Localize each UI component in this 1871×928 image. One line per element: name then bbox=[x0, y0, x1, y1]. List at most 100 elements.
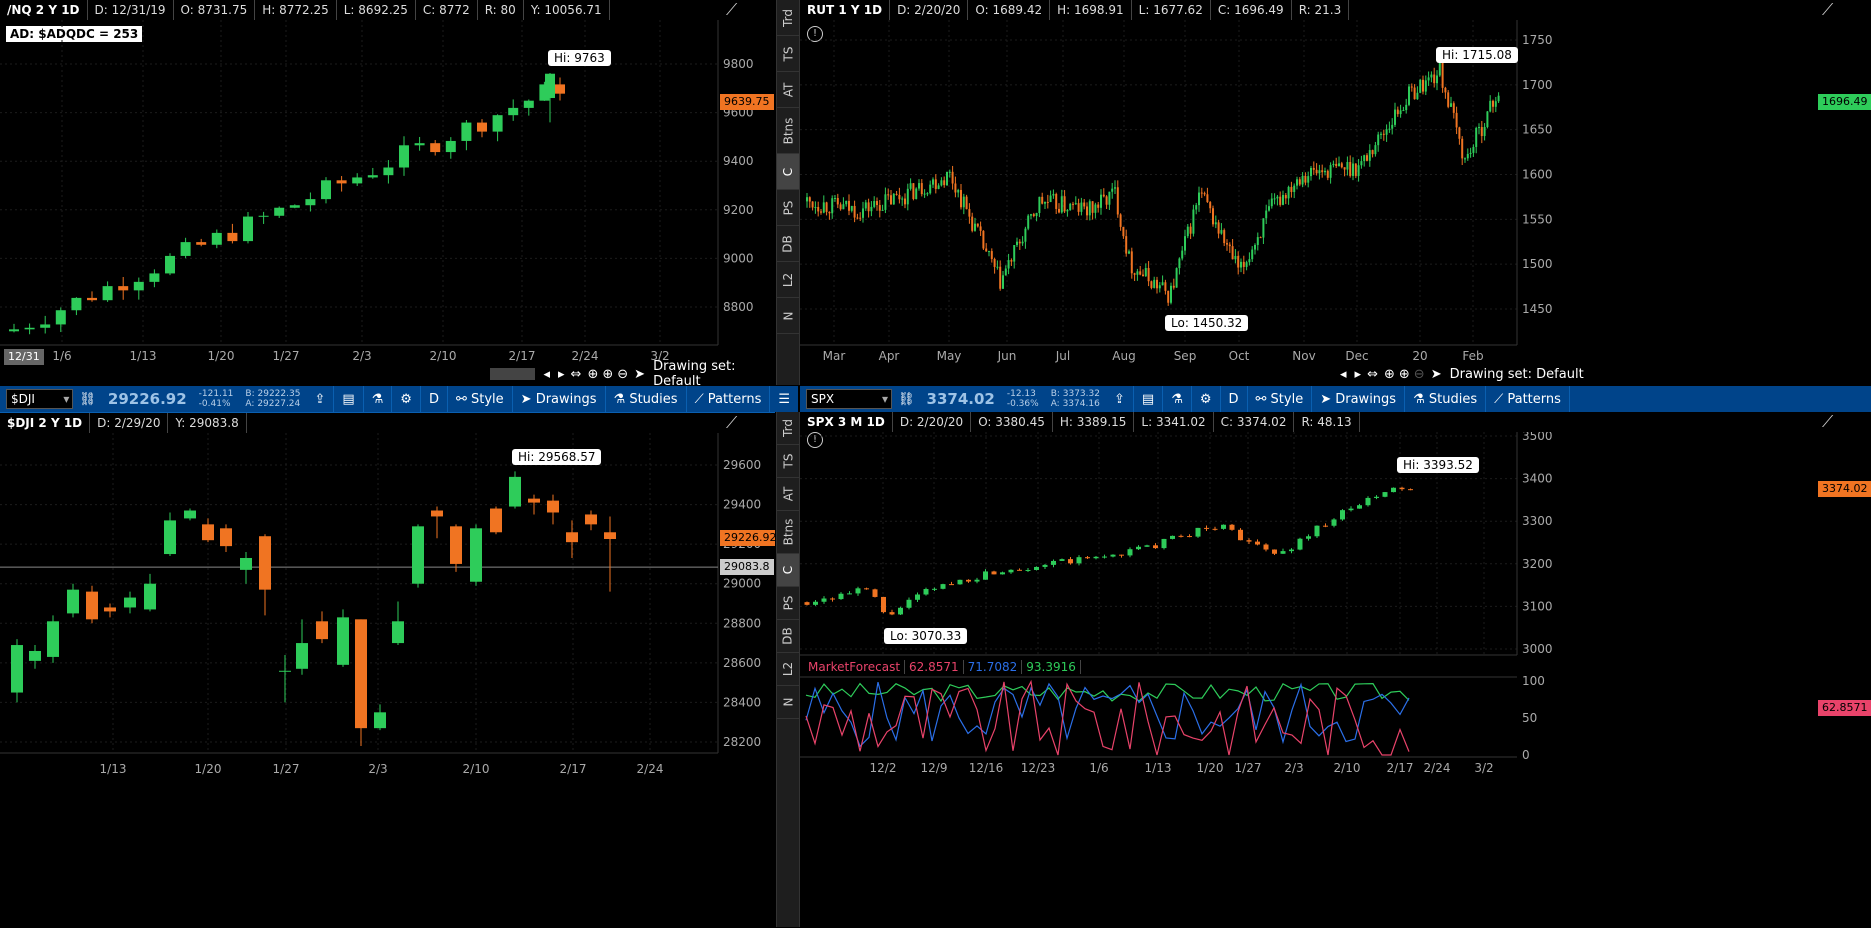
zoom-in-icon[interactable]: ⊕ bbox=[602, 367, 613, 382]
sidebar-tab-at[interactable]: AT bbox=[777, 72, 799, 108]
candle-body bbox=[1237, 255, 1240, 268]
sidebar-tab-at[interactable]: AT bbox=[777, 478, 799, 511]
sidebar-tab-n[interactable]: N bbox=[777, 686, 799, 719]
candle-body bbox=[1083, 202, 1086, 207]
candle-body bbox=[1293, 185, 1296, 193]
style-button[interactable]: ⚯ Style bbox=[448, 386, 513, 412]
sidebar-tab-ts[interactable]: TS bbox=[777, 445, 799, 478]
menu-icon[interactable]: ☰ bbox=[770, 386, 798, 412]
drawing-tool-icon[interactable]: ⟋ bbox=[726, 0, 737, 20]
scroll-thumb[interactable] bbox=[490, 368, 536, 380]
crosshair-icon[interactable]: ⊕ bbox=[587, 367, 598, 382]
sidebar-tab-btns[interactable]: Btns bbox=[777, 108, 799, 154]
candle-body bbox=[965, 196, 968, 210]
gear-icon[interactable]: ⚙ bbox=[1192, 386, 1221, 412]
share-icon[interactable]: ⇪ bbox=[1106, 386, 1134, 412]
study-line-red bbox=[805, 679, 1410, 756]
candle-body bbox=[1093, 556, 1099, 559]
expand-icon[interactable]: ⇔ bbox=[1367, 367, 1378, 382]
x-tick-label: 2/10 bbox=[1334, 761, 1361, 775]
candle-body bbox=[1085, 557, 1090, 559]
patterns-button[interactable]: ⟋ Patterns bbox=[1486, 386, 1570, 412]
zoom-out-icon[interactable]: ⊖ bbox=[617, 367, 628, 382]
candle-body bbox=[1248, 259, 1251, 263]
candle-body bbox=[118, 286, 129, 291]
sidebar-tab-n[interactable]: N bbox=[777, 298, 799, 334]
sidebar-tab-ps[interactable]: PS bbox=[777, 190, 799, 226]
zoom-in-icon[interactable]: ⊕ bbox=[1399, 367, 1410, 382]
drawing-tool-icon[interactable]: ⟋ bbox=[726, 413, 737, 433]
sidebar-tab-trd[interactable]: Trd bbox=[777, 412, 799, 445]
sidebar-tab-btns[interactable]: Btns bbox=[777, 511, 799, 554]
candle-body bbox=[1170, 535, 1175, 539]
pan-right-icon[interactable]: ▸ bbox=[558, 367, 565, 382]
candle-body bbox=[1466, 153, 1469, 159]
pan-right-icon[interactable]: ▸ bbox=[1355, 367, 1362, 382]
candle-body bbox=[957, 579, 963, 585]
cursor-icon[interactable]: ➤ bbox=[634, 367, 645, 382]
price-plot[interactable]: 1750 1700 1650 1600 1550 1500 1450 Mar Apr May Jun… bbox=[800, 20, 1871, 365]
x-tick-label: 2/3 bbox=[368, 762, 387, 776]
link-icon[interactable]: ⛓ bbox=[892, 392, 921, 407]
studies-button[interactable]: ⚗ Studies bbox=[1405, 386, 1487, 412]
last-price: 29226.92 bbox=[107, 390, 187, 408]
candle-body bbox=[1436, 75, 1438, 84]
pan-left-icon[interactable]: ◂ bbox=[1340, 367, 1347, 382]
price-plot[interactable]: 2960029400292002900028800286002840028200… bbox=[0, 433, 775, 928]
expand-icon[interactable]: ⇔ bbox=[571, 367, 582, 382]
aggregation-button[interactable]: D bbox=[1221, 386, 1248, 412]
flask-icon[interactable]: ⚗ bbox=[364, 386, 393, 412]
sidebar-tab-l2[interactable]: L2 bbox=[777, 262, 799, 298]
chart-pane-spx[interactable]: SPX 3 M 1D D: 2/20/20 O: 3380.45 H: 3389… bbox=[800, 412, 1871, 927]
patterns-button[interactable]: ⟋ Patterns bbox=[687, 386, 771, 412]
drawing-tool-icon[interactable]: ⟋ bbox=[1822, 412, 1833, 432]
sidebar-tab-db[interactable]: DB bbox=[777, 620, 799, 653]
chart-pane-dji[interactable]: $DJI 2 Y 1D D: 2/29/20 Y: 29083.8 ⟋ 2960… bbox=[0, 412, 775, 928]
calendar-icon[interactable]: ▤ bbox=[1134, 386, 1164, 412]
candle-body bbox=[828, 211, 831, 214]
candle-body bbox=[1181, 250, 1184, 259]
candle-body bbox=[1105, 196, 1108, 205]
drawing-tool-icon[interactable]: ⟋ bbox=[1822, 0, 1833, 20]
chart-pane-rut[interactable]: RUT 1 Y 1D D: 2/20/20 O: 1689.42 H: 1698… bbox=[800, 0, 1871, 385]
studies-button[interactable]: ⚗ Studies bbox=[606, 386, 687, 412]
chart-symbol-label: $DJI 2 Y 1D bbox=[0, 413, 91, 433]
sidebar-tab-ps[interactable]: PS bbox=[777, 587, 799, 620]
symbol-input[interactable]: SPX bbox=[806, 389, 892, 409]
drawing-set[interactable]: Drawing set: Default bbox=[1450, 367, 1584, 382]
crosshair-icon[interactable]: ⊕ bbox=[1384, 367, 1395, 382]
candle-body bbox=[1374, 145, 1377, 155]
zoom-out-icon[interactable]: ⊖ bbox=[1414, 367, 1425, 382]
drawings-button[interactable]: ➤ Drawings bbox=[1312, 386, 1406, 412]
candle-body bbox=[1255, 541, 1260, 545]
sidebar-tab-db[interactable]: DB bbox=[777, 226, 799, 262]
sidebar-tab-l2[interactable]: L2 bbox=[777, 653, 799, 686]
candle-body bbox=[1340, 510, 1345, 520]
candle-body bbox=[1122, 226, 1125, 237]
cursor-icon[interactable]: ➤ bbox=[1431, 367, 1442, 382]
price-plot[interactable]: 9800960094009200900088001/6 1/13 1/20 1/27 2… bbox=[0, 20, 775, 365]
candle-body bbox=[1458, 127, 1461, 139]
flask-icon[interactable]: ⚗ bbox=[1163, 386, 1192, 412]
drawings-button[interactable]: ➤ Drawings bbox=[513, 386, 606, 412]
aggregation-button[interactable]: D bbox=[421, 386, 448, 412]
style-button[interactable]: ⚯ Style bbox=[1248, 386, 1313, 412]
calendar-icon[interactable]: ▤ bbox=[334, 386, 364, 412]
sidebar-tab-c[interactable]: C bbox=[777, 554, 799, 587]
share-icon[interactable]: ⇪ bbox=[306, 386, 335, 412]
sidebar-tab-ts[interactable]: TS bbox=[777, 36, 799, 72]
header-close: C: 3374.02 bbox=[1214, 412, 1295, 432]
sidebar-tab-trd[interactable]: Trd bbox=[777, 0, 799, 36]
candle-body bbox=[367, 175, 378, 178]
price-plot[interactable]: 3500 3400 3300 3200 3100 3000 12/2 12/9 12/16 12/… bbox=[800, 432, 1871, 927]
sidebar-tab-c[interactable]: C bbox=[777, 154, 799, 190]
candle-body bbox=[1310, 168, 1312, 177]
chart-pane-nq[interactable]: /NQ 2 Y 1D D: 12/31/19 O: 8731.75 H: 877… bbox=[0, 0, 775, 385]
sidebar-tab-label: PS bbox=[780, 200, 795, 215]
link-icon[interactable]: ⛓ bbox=[73, 392, 102, 407]
pan-left-icon[interactable]: ◂ bbox=[543, 367, 550, 382]
candle-body bbox=[305, 199, 316, 206]
symbol-input[interactable]: $DJI bbox=[6, 389, 74, 409]
drawing-set[interactable]: Drawing set: Default bbox=[653, 359, 775, 385]
gear-icon[interactable]: ⚙ bbox=[392, 386, 421, 412]
